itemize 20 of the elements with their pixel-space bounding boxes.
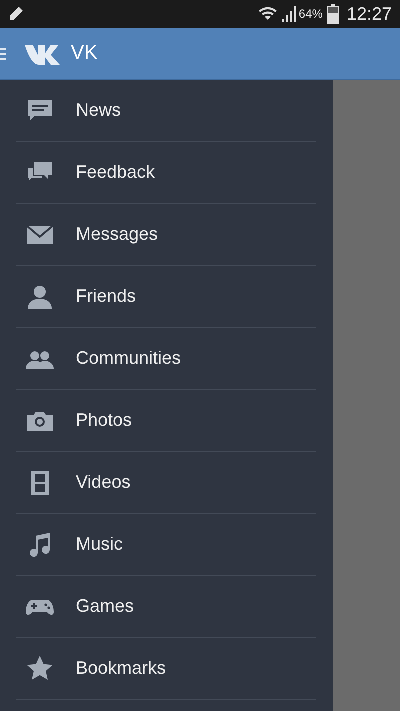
battery-icon	[326, 4, 339, 24]
menu-item[interactable]: Communities	[16, 328, 316, 390]
menu-item[interactable]: Bookmarks	[16, 638, 316, 700]
menu-item[interactable]: News	[16, 80, 316, 142]
wifi-icon	[258, 5, 278, 23]
signal-icon	[280, 5, 297, 23]
clock: 12:27	[346, 4, 392, 24]
star-icon	[26, 654, 54, 682]
menu-icon[interactable]	[0, 46, 6, 62]
menu-item[interactable]: Photos	[16, 390, 316, 452]
menu-item[interactable]: Friends	[16, 266, 316, 328]
menu-item[interactable]: Feedback	[16, 142, 316, 204]
pencil-icon	[8, 6, 24, 22]
logo-icon	[25, 42, 61, 64]
menu-item[interactable]: Music	[16, 514, 316, 576]
menu-item[interactable]: Games	[16, 576, 316, 638]
battery-percent: 64%	[298, 7, 323, 21]
menu-item[interactable]: Messages	[16, 204, 316, 266]
app-title: VK	[71, 42, 98, 65]
menu-item[interactable]: Videos	[16, 452, 316, 514]
